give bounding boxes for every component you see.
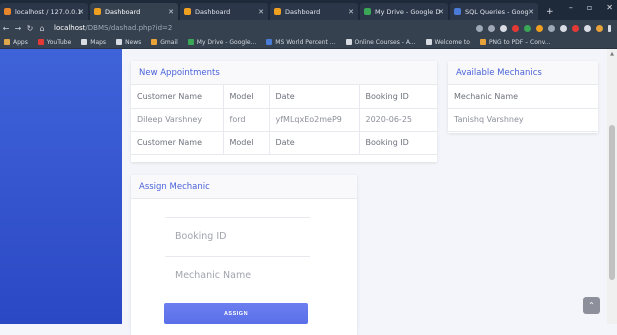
address-bar-row: ← → ↻ ⌂ localhost/DBMS/dashad.php?id=2 bbox=[0, 20, 617, 36]
extension-icon[interactable] bbox=[512, 24, 519, 32]
google-docs-icon bbox=[454, 8, 461, 15]
phpmyadmin-icon bbox=[4, 8, 11, 15]
close-icon[interactable]: ✕ bbox=[168, 8, 174, 16]
dashboard-icon bbox=[94, 8, 101, 15]
globe-icon bbox=[345, 39, 352, 45]
maximize-icon[interactable]: ▫ bbox=[587, 3, 592, 12]
bookmark-news[interactable]: News bbox=[116, 39, 141, 46]
pdf-icon bbox=[479, 39, 486, 45]
bookmark-maps[interactable]: Maps bbox=[81, 39, 106, 46]
new-tab-button[interactable]: + bbox=[540, 3, 560, 20]
back-icon[interactable]: ← bbox=[0, 24, 12, 33]
booking-id-input[interactable]: Booking ID bbox=[165, 217, 310, 255]
scroll-to-top-button[interactable]: ⌃ bbox=[583, 297, 600, 314]
tab-google-drive[interactable]: My Drive - Google D ✕ bbox=[360, 3, 448, 20]
table-cell: Dileep Varshney bbox=[131, 108, 224, 132]
dashboard-icon bbox=[274, 8, 281, 15]
table-header-cell: Model bbox=[223, 85, 270, 109]
table-row: Mechanic Name bbox=[448, 85, 598, 109]
table-footer-cell: Booking ID bbox=[359, 131, 437, 155]
table-row: Customer Name Model Date Booking ID bbox=[131, 85, 437, 109]
bookmark-youtube[interactable]: YouTube bbox=[37, 39, 71, 46]
close-icon[interactable]: ✕ bbox=[348, 8, 354, 16]
sidebar bbox=[0, 49, 122, 324]
extension-icon[interactable] bbox=[548, 24, 555, 32]
reload-icon[interactable]: ↻ bbox=[24, 24, 36, 33]
bookmark-gmail[interactable]: Gmail bbox=[151, 39, 178, 46]
home-icon[interactable]: ⌂ bbox=[36, 24, 48, 33]
menu-icon[interactable] bbox=[608, 24, 611, 32]
bookmark-online-courses[interactable]: Online Courses - A... bbox=[345, 39, 416, 46]
table-cell: Tanishq Varshney bbox=[448, 108, 598, 132]
table-footer-cell: Model bbox=[223, 131, 270, 155]
table-cell: ford bbox=[223, 108, 270, 132]
close-icon[interactable]: ✕ bbox=[78, 8, 84, 16]
bookmark-png-to-pdf[interactable]: PNG to PDF – Conv... bbox=[479, 39, 551, 46]
extension-icon[interactable] bbox=[572, 24, 579, 32]
close-icon[interactable]: ✕ bbox=[258, 8, 264, 16]
table-cell: 2020-06-25 bbox=[359, 108, 437, 132]
key-icon[interactable] bbox=[476, 24, 483, 32]
table-footer-cell: Customer Name bbox=[131, 131, 224, 155]
tab-dashboard-active[interactable]: Dashboard ✕ bbox=[90, 3, 178, 20]
bookmark-ms-world[interactable]: MS World Percent ... bbox=[266, 39, 336, 46]
table-row: Customer Name Model Date Booking ID bbox=[131, 131, 437, 155]
assign-button[interactable]: ASSIGN bbox=[164, 303, 308, 324]
extension-icon[interactable] bbox=[560, 24, 567, 32]
url-field[interactable]: localhost/DBMS/dashad.php?id=2 bbox=[54, 24, 476, 32]
browser-tab-bar: localhost / 127.0.0.1 ✕ Dashboard ✕ Dash… bbox=[0, 0, 617, 20]
forward-icon[interactable]: → bbox=[12, 24, 24, 33]
gmail-icon bbox=[151, 39, 158, 45]
close-window-icon[interactable]: ✕ bbox=[606, 3, 613, 12]
maps-icon bbox=[81, 39, 88, 45]
tab-dashboard-2[interactable]: Dashboard ✕ bbox=[180, 3, 268, 20]
scrollbar-thumb[interactable] bbox=[609, 125, 615, 280]
mechanic-name-input[interactable]: Mechanic Name bbox=[165, 256, 310, 294]
extension-icon[interactable] bbox=[536, 24, 543, 32]
table-header-cell: Mechanic Name bbox=[448, 85, 598, 109]
star-icon[interactable] bbox=[488, 24, 495, 32]
main-content: New Appointments Customer Name Model Dat… bbox=[122, 49, 607, 335]
bookmark-welcome[interactable]: Welcome to bbox=[425, 39, 470, 46]
bookmark-apps[interactable]: Apps bbox=[4, 39, 28, 46]
minimize-icon[interactable]: – bbox=[569, 3, 573, 12]
new-appointments-title: New Appointments bbox=[131, 61, 437, 85]
google-drive-icon bbox=[187, 39, 194, 45]
extensions-toolbar bbox=[476, 24, 611, 32]
apps-icon bbox=[4, 39, 10, 45]
avatar[interactable] bbox=[596, 24, 603, 32]
extension-icon[interactable] bbox=[500, 24, 507, 32]
ms-world-icon bbox=[266, 39, 273, 45]
bookmarks-bar: Apps YouTube Maps News Gmail My Drive - … bbox=[0, 36, 617, 49]
chevron-up-icon[interactable]: ▲ bbox=[609, 51, 615, 57]
new-appointments-table: Customer Name Model Date Booking ID Dile… bbox=[131, 85, 437, 155]
chevron-up-icon: ⌃ bbox=[588, 301, 595, 310]
available-mechanics-title: Available Mechanics bbox=[448, 61, 598, 85]
window-controls: – ▫ ✕ bbox=[569, 3, 613, 12]
table-header-cell: Booking ID bbox=[359, 85, 437, 109]
close-icon[interactable]: ✕ bbox=[438, 8, 444, 16]
table-row: Dileep Varshney ford yfMLqxEo2meP9 2020-… bbox=[131, 108, 437, 132]
news-icon bbox=[116, 39, 123, 45]
table-cell: yfMLqxEo2meP9 bbox=[269, 108, 360, 132]
assign-mechanic-title: Assign Mechanic bbox=[131, 175, 357, 199]
tab-dashboard-3[interactable]: Dashboard ✕ bbox=[270, 3, 358, 20]
globe-icon bbox=[425, 39, 432, 45]
available-mechanics-table: Mechanic Name Tanishq Varshney bbox=[448, 85, 598, 132]
table-footer-cell: Date bbox=[269, 131, 360, 155]
extension-icon[interactable] bbox=[524, 24, 531, 32]
table-header-cell: Customer Name bbox=[131, 85, 224, 109]
tab-sql-queries[interactable]: SQL Queries - Goog ✕ bbox=[450, 3, 538, 20]
tab-phpmyadmin[interactable]: localhost / 127.0.0.1 ✕ bbox=[0, 3, 88, 20]
table-row: Tanishq Varshney bbox=[448, 108, 598, 132]
available-mechanics-card: Available Mechanics Mechanic Name Tanish… bbox=[448, 61, 598, 133]
table-header-cell: Date bbox=[269, 85, 360, 109]
puzzle-icon[interactable] bbox=[584, 24, 591, 32]
bookmark-google-drive[interactable]: My Drive - Google... bbox=[187, 39, 256, 46]
close-icon[interactable]: ✕ bbox=[528, 8, 534, 16]
dashboard-icon bbox=[184, 8, 191, 15]
google-drive-icon bbox=[364, 8, 371, 15]
youtube-icon bbox=[37, 39, 44, 45]
new-appointments-card: New Appointments Customer Name Model Dat… bbox=[131, 61, 437, 162]
